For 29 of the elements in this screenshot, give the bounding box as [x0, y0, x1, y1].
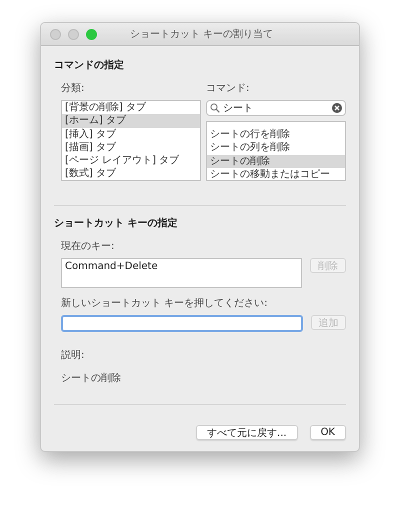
category-item[interactable]: [挿入] タブ: [62, 128, 200, 141]
minimize-button[interactable]: [68, 28, 79, 40]
description-text: シートの削除: [61, 372, 122, 385]
category-item[interactable]: [数式] タブ: [62, 167, 200, 180]
search-field[interactable]: シート: [206, 100, 346, 116]
description-label: 説明:: [61, 348, 86, 362]
new-key-label: 新しいショートカット キーを押してください:: [61, 296, 269, 310]
search-icon: [210, 103, 220, 113]
shortcut-input-field[interactable]: [61, 315, 302, 332]
current-keys-box[interactable]: Command+Delete: [61, 258, 302, 288]
section-heading: ショートカット キーの指定: [54, 216, 178, 230]
category-item[interactable]: [描画] タブ: [62, 140, 200, 154]
zoom-button[interactable]: [86, 28, 97, 40]
close-button[interactable]: [50, 28, 61, 40]
command-item[interactable]: シートの行を削除: [207, 128, 345, 142]
current-keys-label: 現在のキー:: [61, 240, 116, 253]
command-item[interactable]: シートの削除: [207, 154, 345, 168]
reset-button[interactable]: すべて元に戻す...: [196, 425, 298, 440]
window-title: ショートカット キーの割り当て: [128, 28, 274, 41]
ok-button[interactable]: OK: [310, 425, 346, 440]
category-label: 分類:: [61, 82, 86, 95]
command-item[interactable]: シートの列を削除: [207, 141, 345, 155]
category-item[interactable]: [ページ レイアウト] タブ: [62, 154, 200, 168]
category-item[interactable]: [背景の削除] タブ: [62, 101, 200, 114]
command-item[interactable]: シートの移動またはコピー: [207, 168, 345, 180]
section-heading: コマンドの指定: [54, 58, 125, 72]
category-item[interactable]: [ホーム] タブ: [62, 114, 200, 128]
clear-icon[interactable]: [332, 103, 342, 113]
command-label: コマンド:: [206, 82, 250, 95]
